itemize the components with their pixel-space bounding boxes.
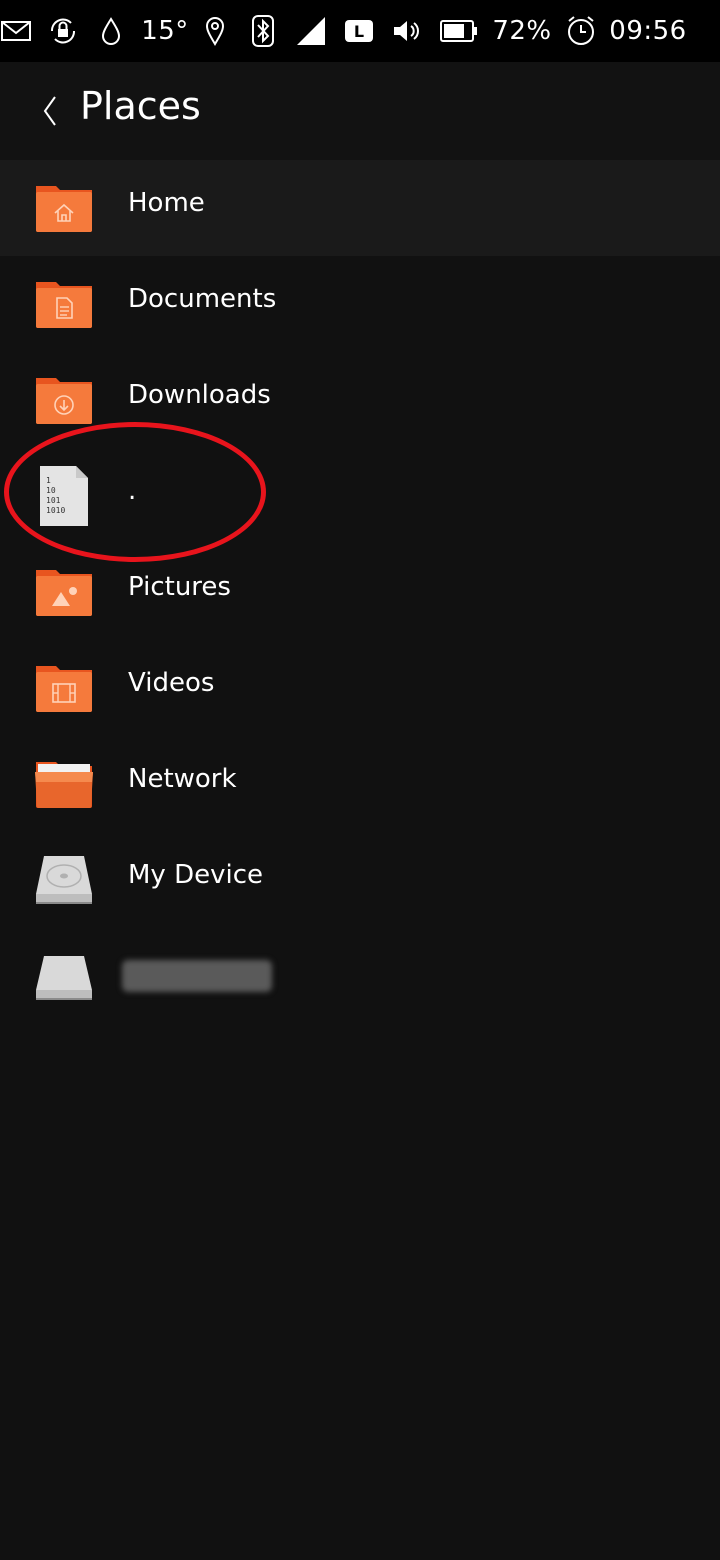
- place-item-downloads[interactable]: Downloads: [0, 352, 720, 448]
- lte-icon: L: [344, 0, 374, 62]
- svg-text:1: 1: [46, 476, 51, 485]
- temperature-text: 15°: [141, 16, 189, 46]
- clock-text: 09:56: [609, 16, 687, 46]
- place-item-dot[interactable]: 1 10 101 1010 .: [0, 448, 720, 544]
- location-icon: [204, 0, 226, 62]
- place-label: Downloads: [128, 380, 271, 410]
- bluetooth-icon: [250, 0, 276, 62]
- droplet-icon: [100, 0, 122, 62]
- place-label: Pictures: [128, 572, 231, 602]
- svg-text:10: 10: [46, 486, 56, 495]
- place-label: Documents: [128, 284, 277, 314]
- back-button[interactable]: [30, 86, 70, 136]
- place-label: Home: [128, 188, 205, 218]
- battery-percent-text: 72%: [492, 16, 552, 46]
- status-bar: 15° L 72% 09:56: [0, 0, 720, 62]
- place-item-videos[interactable]: Videos: [0, 640, 720, 736]
- place-item-my-device[interactable]: My Device: [0, 832, 720, 928]
- removable-drive-icon: [36, 956, 92, 1000]
- redacted-label: [122, 960, 272, 992]
- place-label: My Device: [128, 860, 264, 890]
- page-title: Places: [80, 84, 201, 128]
- binary-file-icon: 1 10 101 1010: [40, 466, 88, 526]
- place-item-pictures[interactable]: Pictures: [0, 544, 720, 640]
- alarm-icon: [564, 0, 598, 62]
- place-item-removable-drive[interactable]: [0, 928, 720, 1024]
- mail-icon: [0, 0, 32, 62]
- battery-icon: [440, 0, 478, 62]
- signal-icon: [296, 0, 326, 62]
- volume-icon: [392, 0, 422, 62]
- downloads-folder-icon: [36, 378, 92, 424]
- place-item-network[interactable]: Network: [0, 736, 720, 832]
- place-label: Videos: [128, 668, 215, 698]
- place-label: .: [128, 476, 137, 506]
- chevron-left-icon: [43, 96, 56, 126]
- rotation-lock-icon: [46, 0, 80, 62]
- pictures-folder-icon: [36, 570, 92, 616]
- documents-folder-icon: [36, 282, 92, 328]
- svg-text:1010: 1010: [46, 506, 65, 515]
- place-label: Network: [128, 764, 237, 794]
- places-list: Home Documents Downloads 1 10 101 1010 .…: [0, 160, 720, 1024]
- hard-drive-icon: [36, 856, 92, 904]
- home-folder-icon: [36, 186, 92, 232]
- videos-folder-icon: [36, 666, 92, 712]
- place-item-documents[interactable]: Documents: [0, 256, 720, 352]
- header: Places: [0, 62, 720, 160]
- lte-label: L: [345, 20, 373, 42]
- svg-text:101: 101: [46, 496, 61, 505]
- place-item-home[interactable]: Home: [0, 160, 720, 256]
- network-folder-icon: [35, 762, 93, 808]
